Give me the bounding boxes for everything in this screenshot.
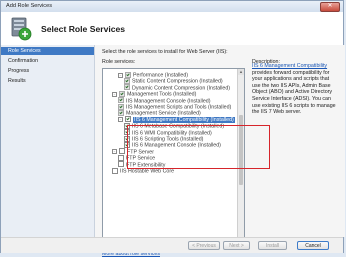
cancel-button[interactable]: Cancel (297, 241, 329, 250)
role-description: IIS 6 Management Compatibility provides … (252, 63, 338, 116)
window-title: Add Role Services (6, 3, 53, 9)
role-services-label: Role services: (102, 59, 136, 65)
wizard-steps-sidebar: Role Services Confirmation Progress Resu… (1, 45, 95, 237)
tree-item-checkbox[interactable] (112, 167, 118, 174)
wizard-header: Select Role Services (1, 12, 343, 46)
server-roles-icon (11, 17, 32, 41)
sidebar-item-progress[interactable]: Progress (1, 67, 94, 75)
description-text: provides forward compatibility for your … (252, 69, 336, 116)
tree-item-checkbox[interactable] (118, 109, 124, 116)
description-link[interactable]: IIS 6 Management Compatibility (252, 63, 327, 69)
tree-item-checkbox[interactable] (124, 77, 130, 84)
tree-item-checkbox[interactable] (118, 161, 124, 168)
tree-item[interactable]: Dynamic Content Compression (Installed) (124, 84, 230, 91)
tree-item[interactable]: − Management Tools (Installed) (112, 90, 196, 98)
page-title: Select Role Services (41, 24, 126, 34)
sidebar-item-role-services[interactable]: Role Services (1, 47, 94, 55)
collapse-expander-icon[interactable]: − (118, 117, 123, 123)
collapse-expander-icon[interactable]: − (118, 72, 123, 78)
tree-item[interactable]: IIS Management Console (Installed) (118, 97, 211, 104)
tree-item-checkbox[interactable] (125, 116, 131, 123)
scroll-up-icon[interactable]: ▲ (238, 69, 244, 75)
wizard-footer: < Previous Next > Install Cancel (1, 237, 343, 253)
next-button[interactable]: Next > (223, 241, 250, 250)
sidebar-item-results[interactable]: Results (1, 77, 94, 85)
tree-item-checkbox[interactable] (119, 148, 125, 155)
tree-item-checkbox[interactable] (118, 154, 124, 161)
install-button[interactable]: Install (258, 241, 287, 250)
tree-item[interactable]: − IIS 6 Management Compatibility (Install… (118, 116, 235, 124)
sidebar-item-confirmation[interactable]: Confirmation (1, 57, 94, 65)
collapse-expander-icon[interactable]: − (112, 91, 117, 97)
tree-item-label: IIS Hostable Web Core (120, 168, 175, 175)
close-button[interactable]: ✕ (320, 2, 340, 12)
tree-item-checkbox[interactable] (124, 84, 130, 91)
tree-item-checkbox[interactable] (125, 71, 131, 78)
instruction-text: Select the role services to install for … (102, 49, 228, 55)
tree-item-checkbox[interactable] (118, 103, 124, 110)
tree-item-checkbox[interactable] (119, 90, 125, 97)
tree-item[interactable]: Static Content Compression (Installed) (124, 77, 223, 85)
tree-item-checkbox[interactable] (118, 97, 124, 104)
tree-item[interactable]: IIS Management Scripts and Tools (Instal… (118, 103, 231, 110)
highlighted-selection-box (127, 125, 270, 169)
collapse-expander-icon[interactable]: − (112, 149, 117, 155)
previous-button[interactable]: < Previous (188, 241, 220, 250)
